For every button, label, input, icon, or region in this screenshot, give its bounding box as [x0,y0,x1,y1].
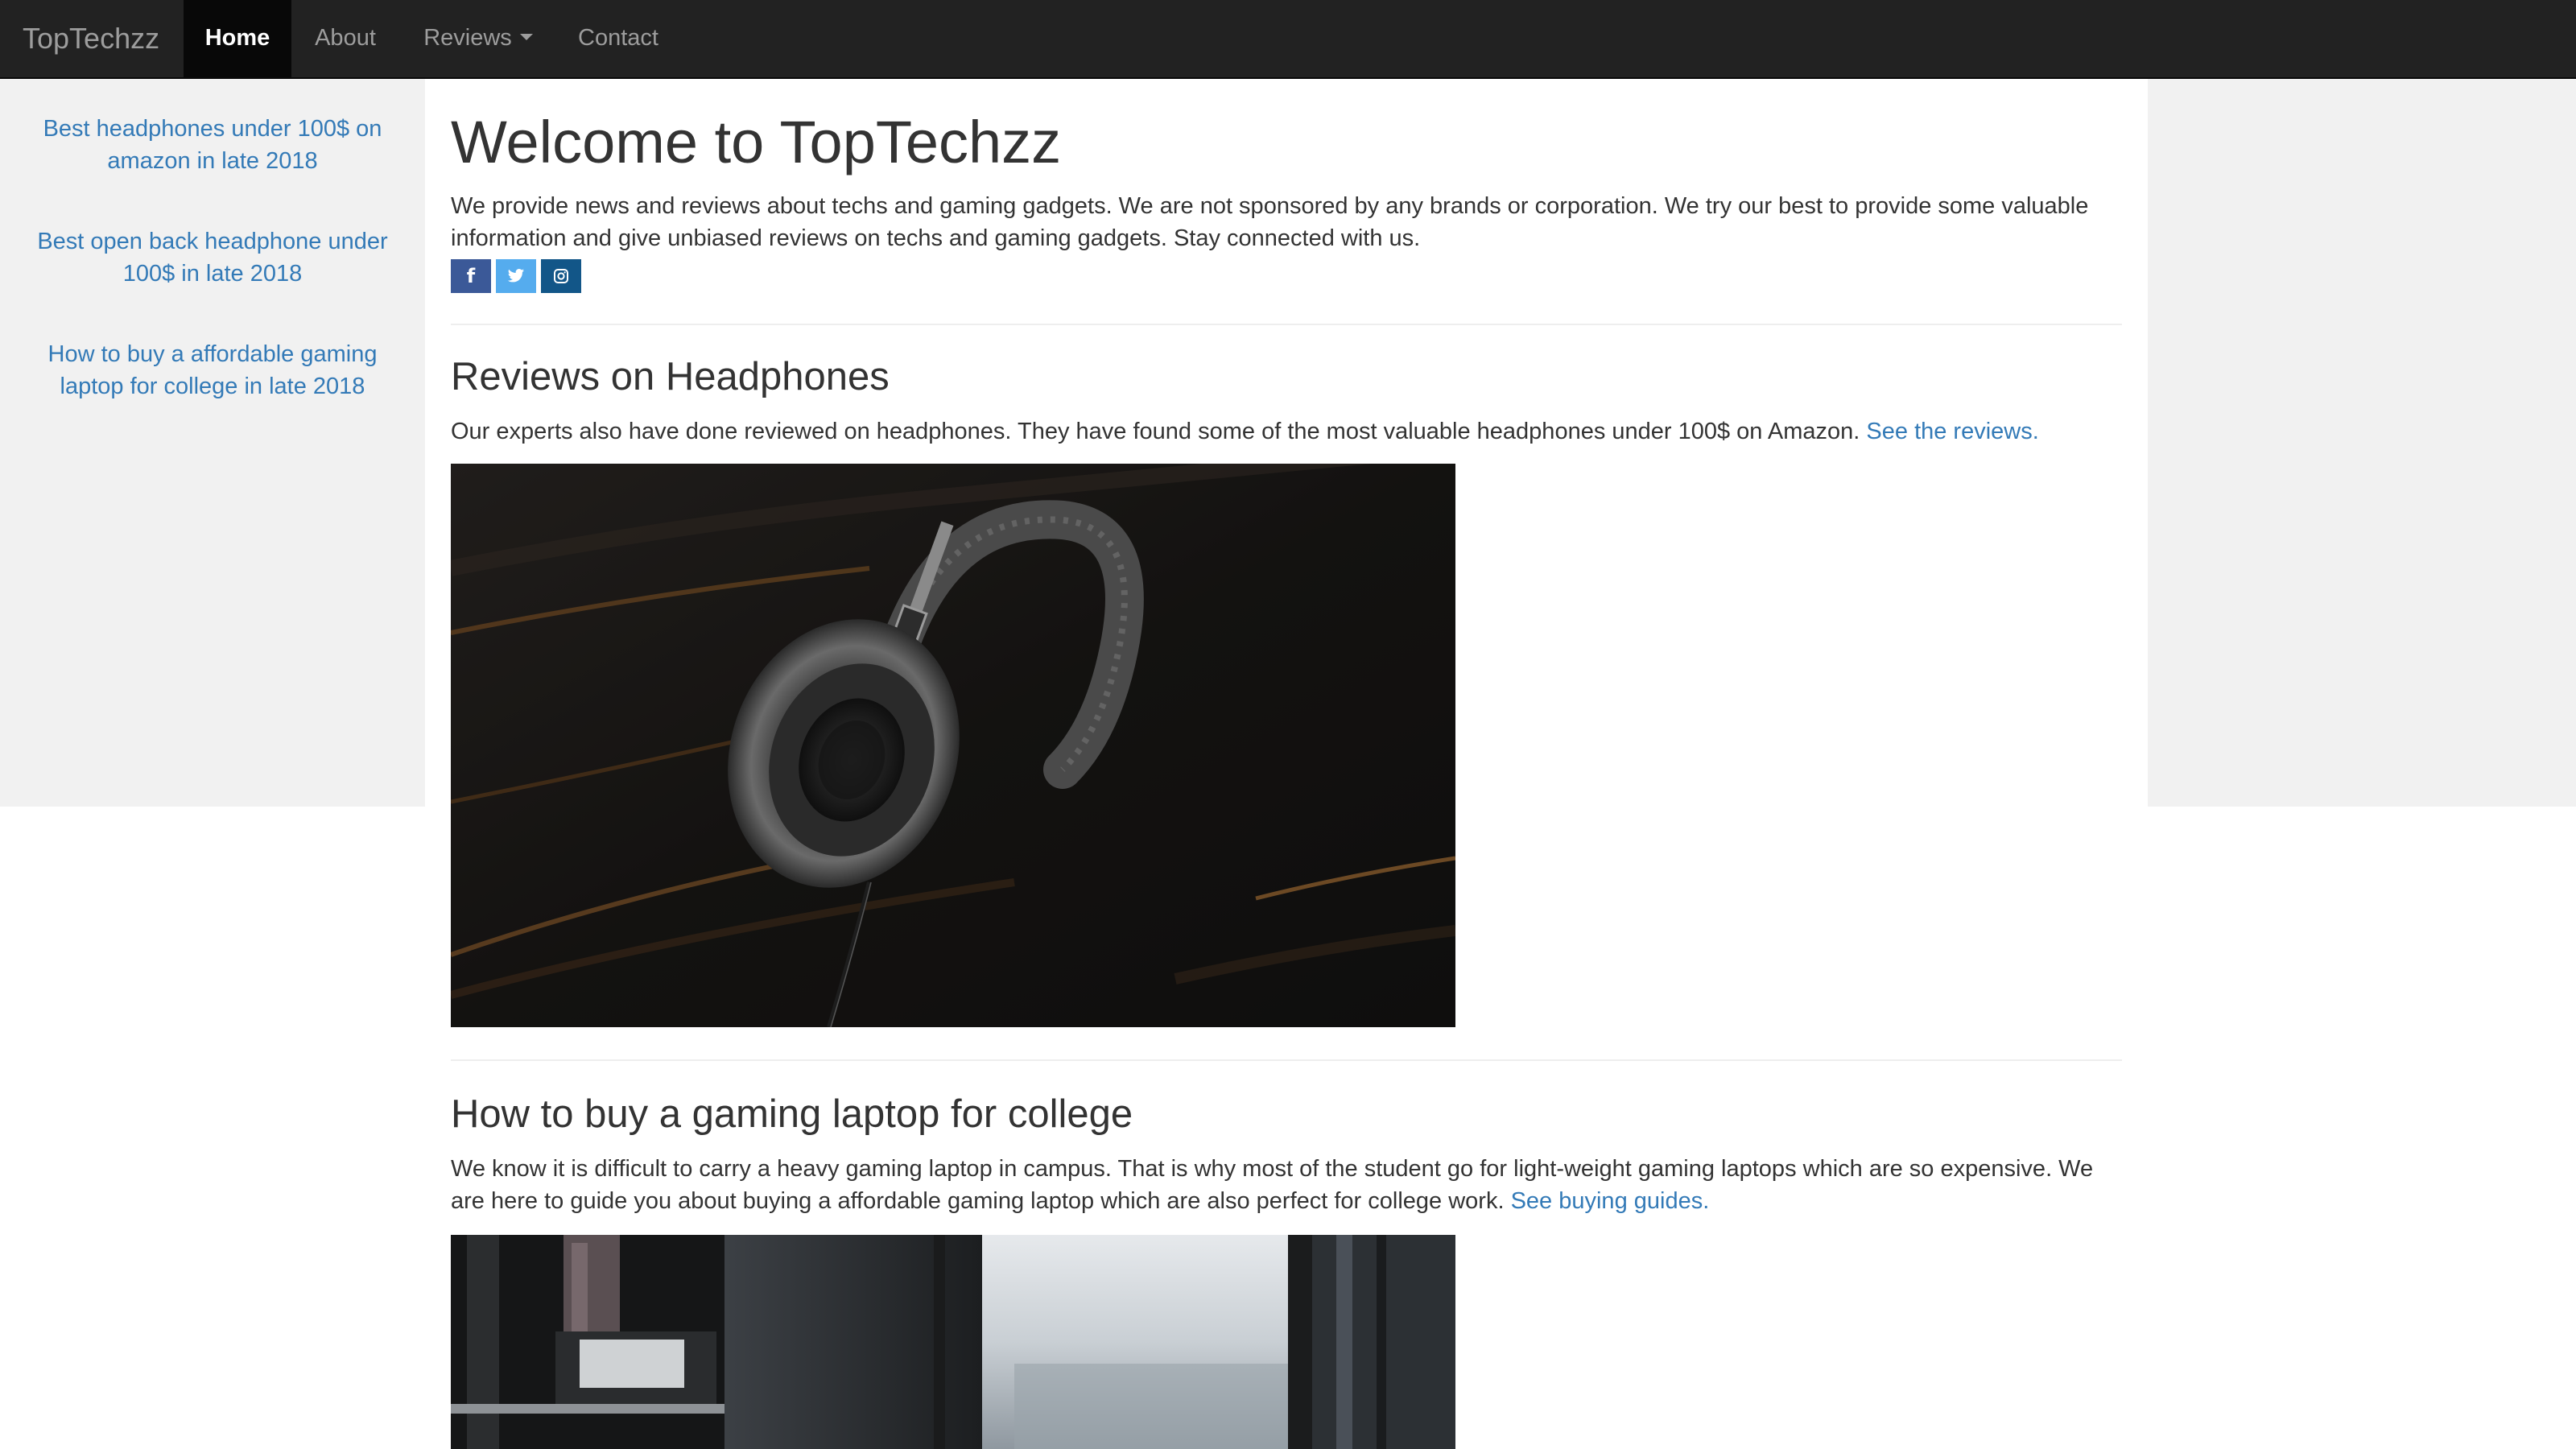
nav-contact[interactable]: Contact [557,0,679,77]
social-buttons: f [451,259,586,293]
section-divider-2 [451,1059,2122,1061]
sidebar-link-gaming-laptop[interactable]: How to buy a affordable gaming laptop fo… [29,338,396,402]
nav-reviews-label: Reviews [423,25,512,51]
section-divider [451,324,2122,325]
sidebar-link-headphones-100[interactable]: Best headphones under 100$ on amazon in … [29,113,396,177]
facebook-icon[interactable]: f [451,259,491,293]
page-title: Welcome to TopTechzz [451,109,1062,175]
laptop-text-body: We know it is difficult to carry a heavy… [451,1156,2094,1214]
headphones-photo [451,464,1455,1027]
laptop-section-title: How to buy a gaming laptop for college [451,1092,1133,1136]
nav-home[interactable]: Home [184,0,291,77]
right-sidebar [2148,79,2576,807]
caret-down-icon [519,34,533,41]
laptop-desk-photo [451,1235,1455,1449]
headphones-text-body: Our experts also have done reviewed on h… [451,419,1860,444]
intro-text: We provide news and reviews about techs … [451,193,2089,251]
left-sidebar: Best headphones under 100$ on amazon in … [0,79,425,807]
nav-about[interactable]: About [291,0,399,77]
headphones-section-text: Our experts also have done reviewed on h… [451,415,2122,448]
brand-link[interactable]: TopTechzz [23,0,159,79]
top-navbar: TopTechzz Home About Reviews Contact [0,0,2576,79]
twitter-icon[interactable] [496,259,536,293]
sidebar-link-open-back[interactable]: Best open back headphone under 100$ in l… [29,225,396,290]
instagram-icon[interactable] [541,259,581,293]
headphones-section-title: Reviews on Headphones [451,355,890,398]
nav-reviews-dropdown[interactable]: Reviews [399,0,557,77]
see-buying-guides-link[interactable]: See buying guides. [1511,1188,1710,1214]
see-reviews-link[interactable]: See the reviews. [1866,419,2038,444]
laptop-section-text: We know it is difficult to carry a heavy… [451,1153,2122,1217]
